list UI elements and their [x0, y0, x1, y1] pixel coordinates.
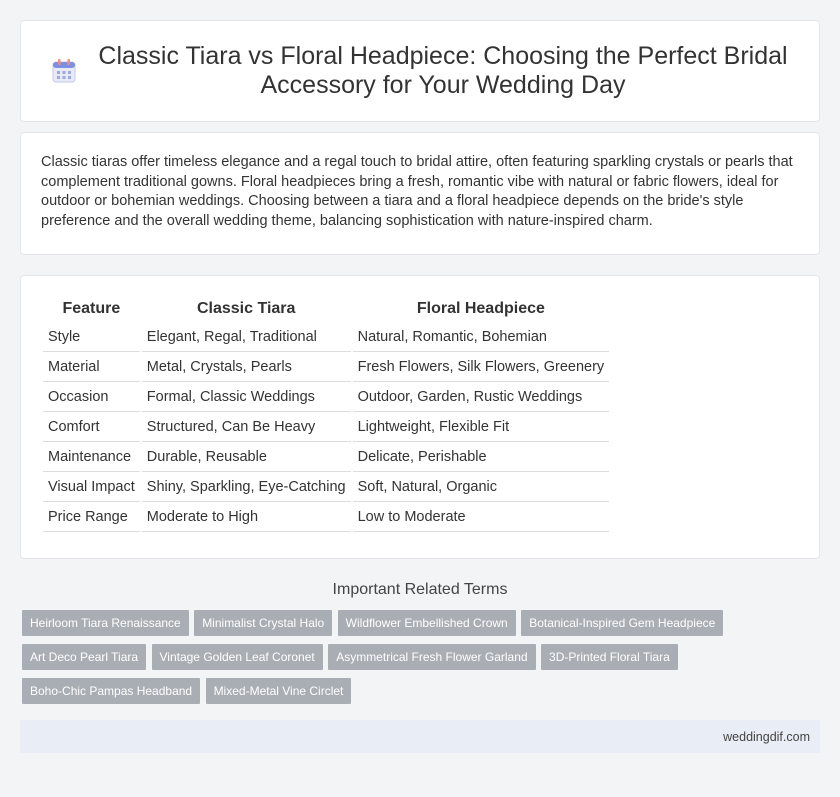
comparison-card: Feature Classic Tiara Floral Headpiece S…: [20, 275, 820, 559]
table-cell: Lightweight, Flexible Fit: [352, 412, 610, 442]
related-tag[interactable]: Botanical-Inspired Gem Headpiece: [521, 610, 724, 636]
table-cell: Formal, Classic Weddings: [141, 382, 351, 412]
table-cell: Moderate to High: [141, 502, 351, 532]
table-row: Comfort Structured, Can Be Heavy Lightwe…: [43, 412, 610, 442]
table-header-row: Feature Classic Tiara Floral Headpiece: [43, 296, 609, 322]
related-tag[interactable]: Minimalist Crystal Halo: [194, 610, 333, 636]
comparison-table: Feature Classic Tiara Floral Headpiece S…: [41, 296, 611, 532]
table-cell: Metal, Crystals, Pearls: [141, 352, 351, 382]
related-tag[interactable]: Vintage Golden Leaf Coronet: [151, 644, 323, 670]
table-cell: Shiny, Sparkling, Eye-Catching: [141, 472, 351, 502]
related-tag[interactable]: Wildflower Embellished Crown: [337, 610, 516, 636]
footer-site-link[interactable]: weddingdif.com: [723, 730, 810, 744]
summary-text: Classic tiaras offer timeless elegance a…: [41, 154, 793, 229]
header-card: Classic Tiara vs Floral Headpiece: Choos…: [20, 20, 820, 122]
table-cell: Low to Moderate: [352, 502, 610, 532]
calendar-icon: [52, 59, 76, 83]
related-tag[interactable]: Mixed-Metal Vine Circlet: [205, 678, 352, 704]
table-row: Maintenance Durable, Reusable Delicate, …: [43, 442, 610, 472]
table-row: Material Metal, Crystals, Pearls Fresh F…: [43, 352, 610, 382]
table-cell: Visual Impact: [43, 472, 140, 502]
table-row: Price Range Moderate to High Low to Mode…: [43, 502, 610, 532]
related-tag[interactable]: Art Deco Pearl Tiara: [22, 644, 147, 670]
page-title: Classic Tiara vs Floral Headpiece: Choos…: [98, 42, 788, 99]
footer: weddingdif.com: [20, 720, 820, 753]
table-cell: Outdoor, Garden, Rustic Weddings: [352, 382, 610, 412]
table-row: Occasion Formal, Classic Weddings Outdoo…: [43, 382, 610, 412]
table-cell: Occasion: [43, 382, 140, 412]
header-classic-tiara: Classic Tiara: [196, 300, 296, 317]
table-cell: Comfort: [43, 412, 140, 442]
related-tag[interactable]: Boho-Chic Pampas Headband: [22, 678, 201, 704]
table-cell: Natural, Romantic, Bohemian: [352, 322, 610, 352]
table-cell: Price Range: [43, 502, 140, 532]
table-cell: Soft, Natural, Organic: [352, 472, 610, 502]
table-cell: Style: [43, 322, 140, 352]
table-row: Style Elegant, Regal, Traditional Natura…: [43, 322, 610, 352]
table-row: Visual Impact Shiny, Sparkling, Eye-Catc…: [43, 472, 610, 502]
table-cell: Maintenance: [43, 442, 140, 472]
table-cell: Durable, Reusable: [141, 442, 351, 472]
related-terms-list: Heirloom Tiara Renaissance Minimalist Cr…: [0, 610, 840, 712]
related-tag[interactable]: 3D-Printed Floral Tiara: [541, 644, 678, 670]
header-feature: Feature: [62, 300, 121, 317]
table-cell: Structured, Can Be Heavy: [141, 412, 351, 442]
summary-card: Classic tiaras offer timeless elegance a…: [20, 132, 820, 255]
table-cell: Material: [43, 352, 140, 382]
table-cell: Delicate, Perishable: [352, 442, 610, 472]
related-terms-title: Important Related Terms: [332, 581, 508, 598]
header-floral-headpiece: Floral Headpiece: [416, 300, 545, 317]
table-cell: Elegant, Regal, Traditional: [141, 322, 351, 352]
table-cell: Fresh Flowers, Silk Flowers, Greenery: [352, 352, 610, 382]
related-tag[interactable]: Asymmetrical Fresh Flower Garland: [328, 644, 536, 670]
related-tag[interactable]: Heirloom Tiara Renaissance: [22, 610, 189, 636]
